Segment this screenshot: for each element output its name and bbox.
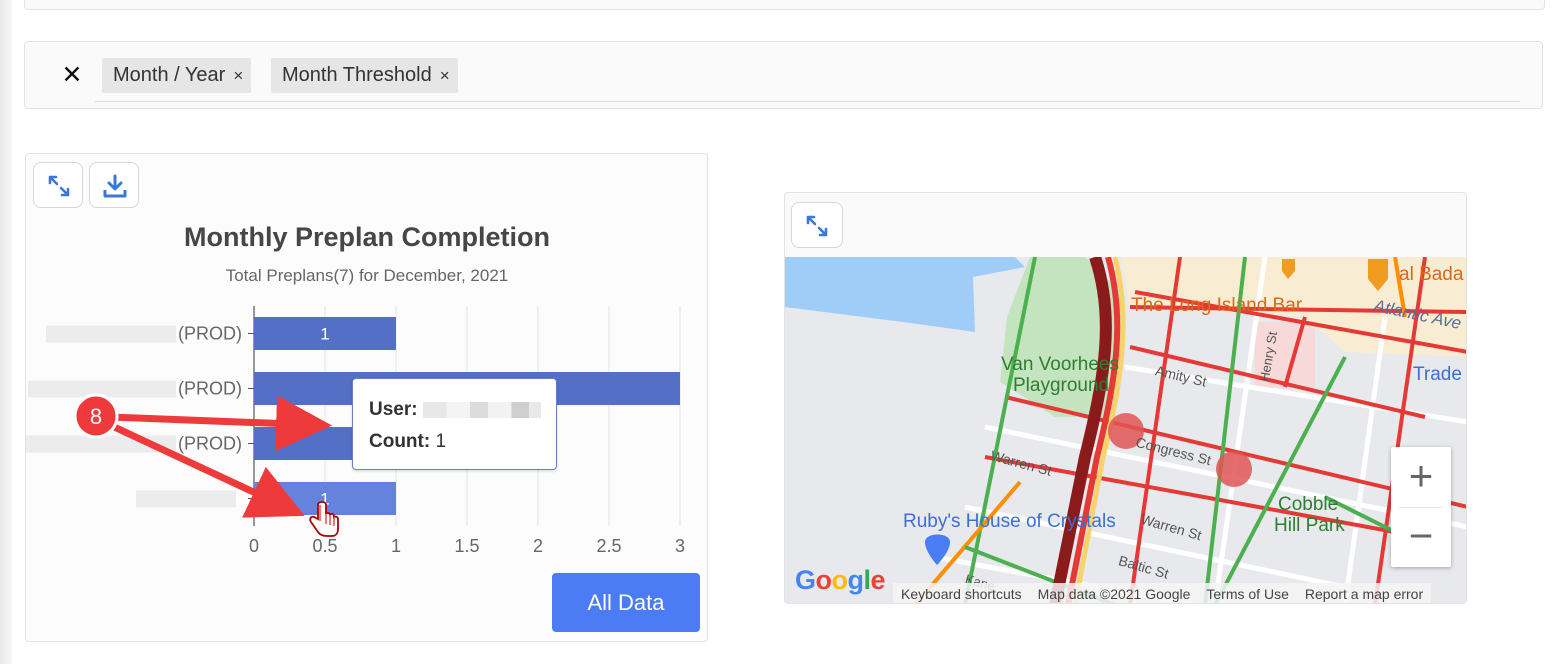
map-label-cobble: Cobble — [1278, 494, 1339, 515]
zoom-in-button[interactable]: + — [1391, 447, 1451, 507]
map-label-rubys: Ruby's House of Crystals — [903, 511, 1116, 532]
map-tiles — [785, 257, 1466, 603]
expand-icon — [806, 215, 828, 237]
google-logo: Google — [795, 565, 886, 595]
annotation-badge-number: 8 — [90, 404, 102, 429]
map-canvas[interactable]: The Long Island Bar Atlantic Ave al Bada… — [785, 257, 1466, 603]
annotation-arrow — [108, 421, 305, 518]
map-attribution: Keyboard shortcuts Map data ©2021 Google T… — [893, 583, 1432, 603]
map-label-al-bada: al Bada — [1399, 264, 1464, 285]
report-map-error-link[interactable]: Report a map error — [1305, 586, 1423, 602]
map-card: The Long Island Bar Atlantic Ave al Bada… — [784, 192, 1467, 604]
map-label-playground: Playground — [1013, 375, 1110, 396]
map-data-text: Map data ©2021 Google — [1037, 586, 1191, 602]
keyboard-shortcuts-link[interactable]: Keyboard shortcuts — [901, 586, 1022, 602]
map-expand-button[interactable] — [791, 202, 843, 248]
map-label-trade: Trade — [1413, 364, 1462, 385]
map-label-hill-park: Hill Park — [1274, 515, 1345, 536]
map-label-van-voorhees: Van Voorhees — [1001, 354, 1119, 375]
hand-pointer-icon — [309, 501, 339, 537]
map-zoom-control: + − — [1391, 447, 1451, 567]
map-label-long-island-bar: The Long Island Bar — [1131, 295, 1303, 316]
zoom-out-button[interactable]: − — [1391, 507, 1451, 567]
annotation-arrow — [109, 395, 332, 452]
terms-of-use-link[interactable]: Terms of Use — [1206, 586, 1288, 602]
